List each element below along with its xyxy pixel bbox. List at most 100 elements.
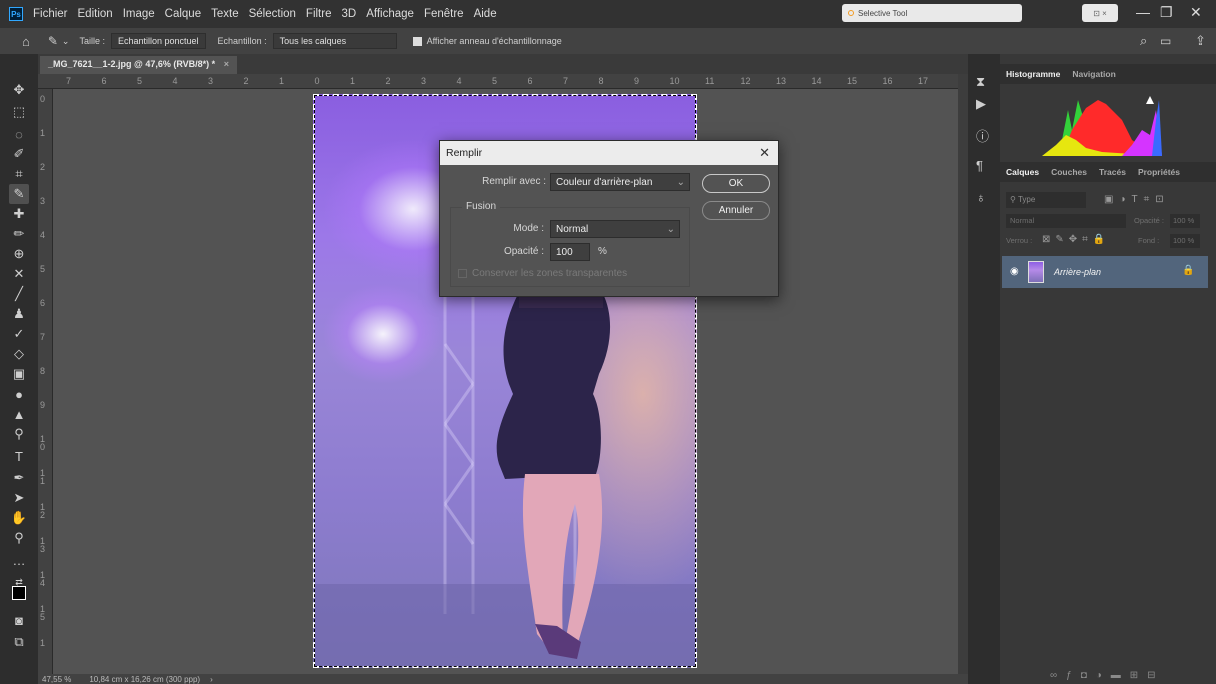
menu-image[interactable]: Image (123, 8, 155, 20)
menu-3d[interactable]: 3D (341, 8, 356, 20)
opacity-label: Opacité : (1134, 216, 1165, 225)
menu-edition[interactable]: Edition (78, 8, 113, 20)
menu-texte[interactable]: Texte (211, 8, 239, 20)
ruler-h-tick: 8 (598, 76, 604, 86)
opacity-field[interactable]: 100 % (1170, 214, 1200, 228)
minimize-icon[interactable]: — (1136, 4, 1150, 20)
quick-mask-icon[interactable]: ◙ (9, 610, 29, 630)
history-brush-icon[interactable]: ✕ (9, 264, 29, 284)
smudge-tool-icon[interactable]: ✓ (9, 324, 29, 344)
chevron-down-icon[interactable]: ⌄ (62, 36, 70, 47)
close-window-icon[interactable]: ✕ (1190, 4, 1202, 21)
opacity-input[interactable]: 100 (550, 243, 590, 261)
vertical-scrollbar[interactable] (958, 74, 968, 674)
healing-brush-icon[interactable]: ✚ (9, 204, 29, 224)
actions-play-icon[interactable]: ▶ (976, 96, 986, 112)
fill-with-select[interactable]: Couleur d'arrière-plan ⌄ (550, 173, 690, 191)
quick-selection-icon[interactable]: ✐ (9, 144, 29, 164)
lightbulb-icon[interactable]: ♁ (976, 190, 986, 205)
home-icon[interactable]: ⌂ (22, 34, 30, 49)
tab-traces[interactable]: Tracés (1093, 167, 1132, 177)
layer-filter-icons[interactable]: ▣◑T⌗⊡ (1104, 194, 1170, 205)
layer-search-placeholder: Type (1017, 195, 1036, 204)
ruler-v-tick: 1 (40, 638, 46, 648)
layer-row-background[interactable]: ◉ Arrière-plan 🔒 (1002, 256, 1208, 288)
cancel-button[interactable]: Annuler (702, 201, 770, 220)
ruler-h-tick: 4 (172, 76, 178, 86)
zoom-level[interactable]: 47,55 % (42, 675, 71, 684)
marquee-tool-icon[interactable]: ⬚ (9, 102, 29, 122)
history-panel-icon[interactable]: ⧗ (976, 74, 985, 90)
pen-tool-icon[interactable]: ✒ (9, 468, 29, 488)
menu-fichier[interactable]: Fichier (33, 8, 68, 20)
document-tab[interactable]: _MG_7621__1-2.jpg @ 47,6% (RVB/8*) * × (40, 56, 237, 74)
visibility-eye-icon[interactable]: ◉ (1010, 266, 1019, 277)
path-selection-icon[interactable]: ➤ (9, 488, 29, 508)
mode-select[interactable]: Normal ⌄ (550, 220, 680, 238)
document-tab-title: _MG_7621__1-2.jpg @ 47,6% (RVB/8*) * (48, 59, 216, 69)
more-tools-icon[interactable]: … (9, 550, 29, 570)
info-icon[interactable]: ⓘ (976, 126, 989, 145)
move-tool-icon[interactable]: ✥ (9, 80, 29, 100)
menu-affichage[interactable]: Affichage (366, 8, 414, 20)
ruler-v-tick: 1 1 (40, 468, 46, 486)
ruler-v-tick: 8 (40, 366, 46, 376)
ruler-v-tick: 1 2 (40, 502, 46, 520)
panel-icon-strip: ⧗ ▶ ⓘ ¶ ♁ (968, 54, 1000, 684)
photoshop-logo-icon: Ps (9, 7, 23, 21)
lasso-tool-icon[interactable]: ◌ (9, 124, 29, 144)
fill-field[interactable]: 100 % (1170, 234, 1200, 248)
foreground-color-icon[interactable] (12, 586, 26, 600)
sharpen-tool-icon[interactable]: ▲ (9, 404, 29, 424)
taille-select[interactable]: Echantillon ponctuel (110, 33, 206, 49)
selective-tool-tab[interactable]: Selective Tool (842, 4, 1022, 22)
menu-aide[interactable]: Aide (474, 8, 497, 20)
ruler-v-tick: 1 3 (40, 536, 46, 554)
screen-mode-icon[interactable]: ⧉ (9, 632, 29, 652)
blur-tool-icon[interactable]: ● (9, 384, 29, 404)
paragraph-panel-icon[interactable]: ¶ (976, 158, 983, 173)
layer-name[interactable]: Arrière-plan (1054, 267, 1101, 277)
tab-histogramme[interactable]: Histogramme (1000, 69, 1066, 79)
close-icon[interactable]: ✕ (759, 145, 770, 161)
echantillon-select[interactable]: Tous les calques (272, 33, 397, 49)
menu-filtre[interactable]: Filtre (306, 8, 332, 20)
layer-search-field[interactable]: ⚲ Type (1006, 192, 1086, 208)
type-tool-icon[interactable]: T (9, 446, 29, 466)
search-icon[interactable]: ⌕ (1140, 33, 1147, 49)
lock-icons[interactable]: ⊠✎✥⌗🔒 (1042, 234, 1110, 245)
clone-tool-icon[interactable]: ♟ (9, 304, 29, 324)
ruler-v-tick: 1 0 (40, 434, 46, 452)
crop-tool-icon[interactable]: ⌗ (9, 164, 29, 184)
workspace-icon[interactable]: ▭ (1160, 34, 1171, 48)
zoom-tool-icon[interactable]: ⚲ (9, 528, 29, 548)
restore-icon[interactable]: ❐ (1160, 4, 1173, 21)
ok-button[interactable]: OK (702, 174, 770, 193)
tab-calques[interactable]: Calques (1000, 167, 1045, 177)
extension-tab[interactable]: ⊡ × (1082, 4, 1118, 22)
eyedropper-preset-icon[interactable]: ✎ (48, 34, 58, 48)
blend-mode-select[interactable]: Normal (1006, 214, 1126, 228)
menu-calque[interactable]: Calque (165, 8, 201, 20)
dialog-titlebar: Remplir ✕ (440, 141, 778, 165)
close-tab-icon[interactable]: × (224, 59, 229, 69)
menu-selection[interactable]: Sélection (249, 8, 296, 20)
ring-checkbox[interactable] (412, 36, 422, 46)
tab-navigation[interactable]: Navigation (1066, 69, 1121, 79)
brush-tool-icon[interactable]: ✏ (9, 224, 29, 244)
share-icon[interactable]: ⇪ (1195, 33, 1206, 49)
preserve-transparency-checkbox[interactable] (458, 269, 467, 278)
dodge-tool-icon[interactable]: ⚲ (9, 424, 29, 444)
tab-proprietes[interactable]: Propriétés (1132, 167, 1186, 177)
menu-fenetre[interactable]: Fenêtre (424, 8, 464, 20)
layer-footer-icons[interactable]: ∞ƒ◘◑▬⊞⊟ (1050, 670, 1165, 681)
eraser-tool-icon[interactable]: ◇ (9, 344, 29, 364)
gradient-tool-icon[interactable]: ▣ (9, 364, 29, 384)
eyedropper-tool-icon[interactable]: ✎ (9, 184, 29, 204)
fusion-label: Fusion (462, 201, 501, 212)
hand-tool-icon[interactable]: ✋ (9, 508, 29, 528)
pencil-tool-icon[interactable]: ╱ (9, 284, 29, 304)
stamp-tool-icon[interactable]: ⊕ (9, 244, 29, 264)
tab-couches[interactable]: Couches (1045, 167, 1093, 177)
status-menu-icon[interactable]: › (210, 675, 213, 684)
